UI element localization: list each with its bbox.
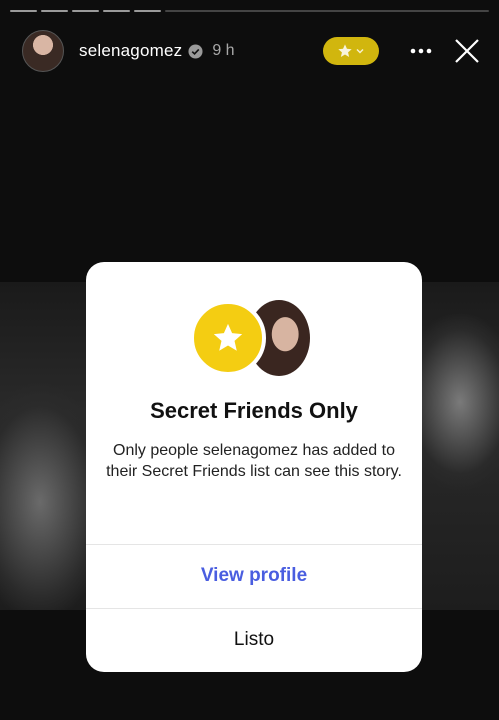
secret-friends-dialog: Secret Friends Only Only people selenago… — [86, 262, 422, 672]
post-time: 9 h — [212, 42, 235, 59]
more-options-button[interactable] — [409, 39, 433, 63]
avatar[interactable] — [22, 30, 64, 72]
progress-segment — [103, 10, 130, 12]
dialog-title: Secret Friends Only — [150, 398, 358, 423]
story-progress-bar — [10, 10, 489, 13]
dialog-description: Only people selenagomez has added to the… — [106, 442, 402, 480]
progress-segment — [72, 10, 99, 12]
star-badge — [190, 300, 266, 376]
story-header: selenagomez 9 h — [22, 30, 481, 72]
progress-segment-remaining — [165, 10, 489, 12]
view-profile-button[interactable]: View profile — [86, 544, 422, 608]
star-icon — [213, 323, 243, 351]
close-icon — [455, 39, 479, 63]
chevron-down-icon — [356, 48, 364, 54]
progress-segment — [10, 10, 37, 12]
progress-segment — [134, 10, 161, 12]
verified-icon — [188, 43, 203, 59]
username[interactable]: selenagomez — [79, 41, 182, 61]
dialog-icons — [190, 300, 318, 380]
done-button[interactable]: Listo — [86, 608, 422, 672]
secret-friends-badge[interactable] — [323, 37, 379, 65]
star-icon — [338, 44, 352, 57]
close-button[interactable] — [453, 37, 481, 65]
more-icon — [410, 48, 432, 54]
progress-segment — [41, 10, 68, 12]
